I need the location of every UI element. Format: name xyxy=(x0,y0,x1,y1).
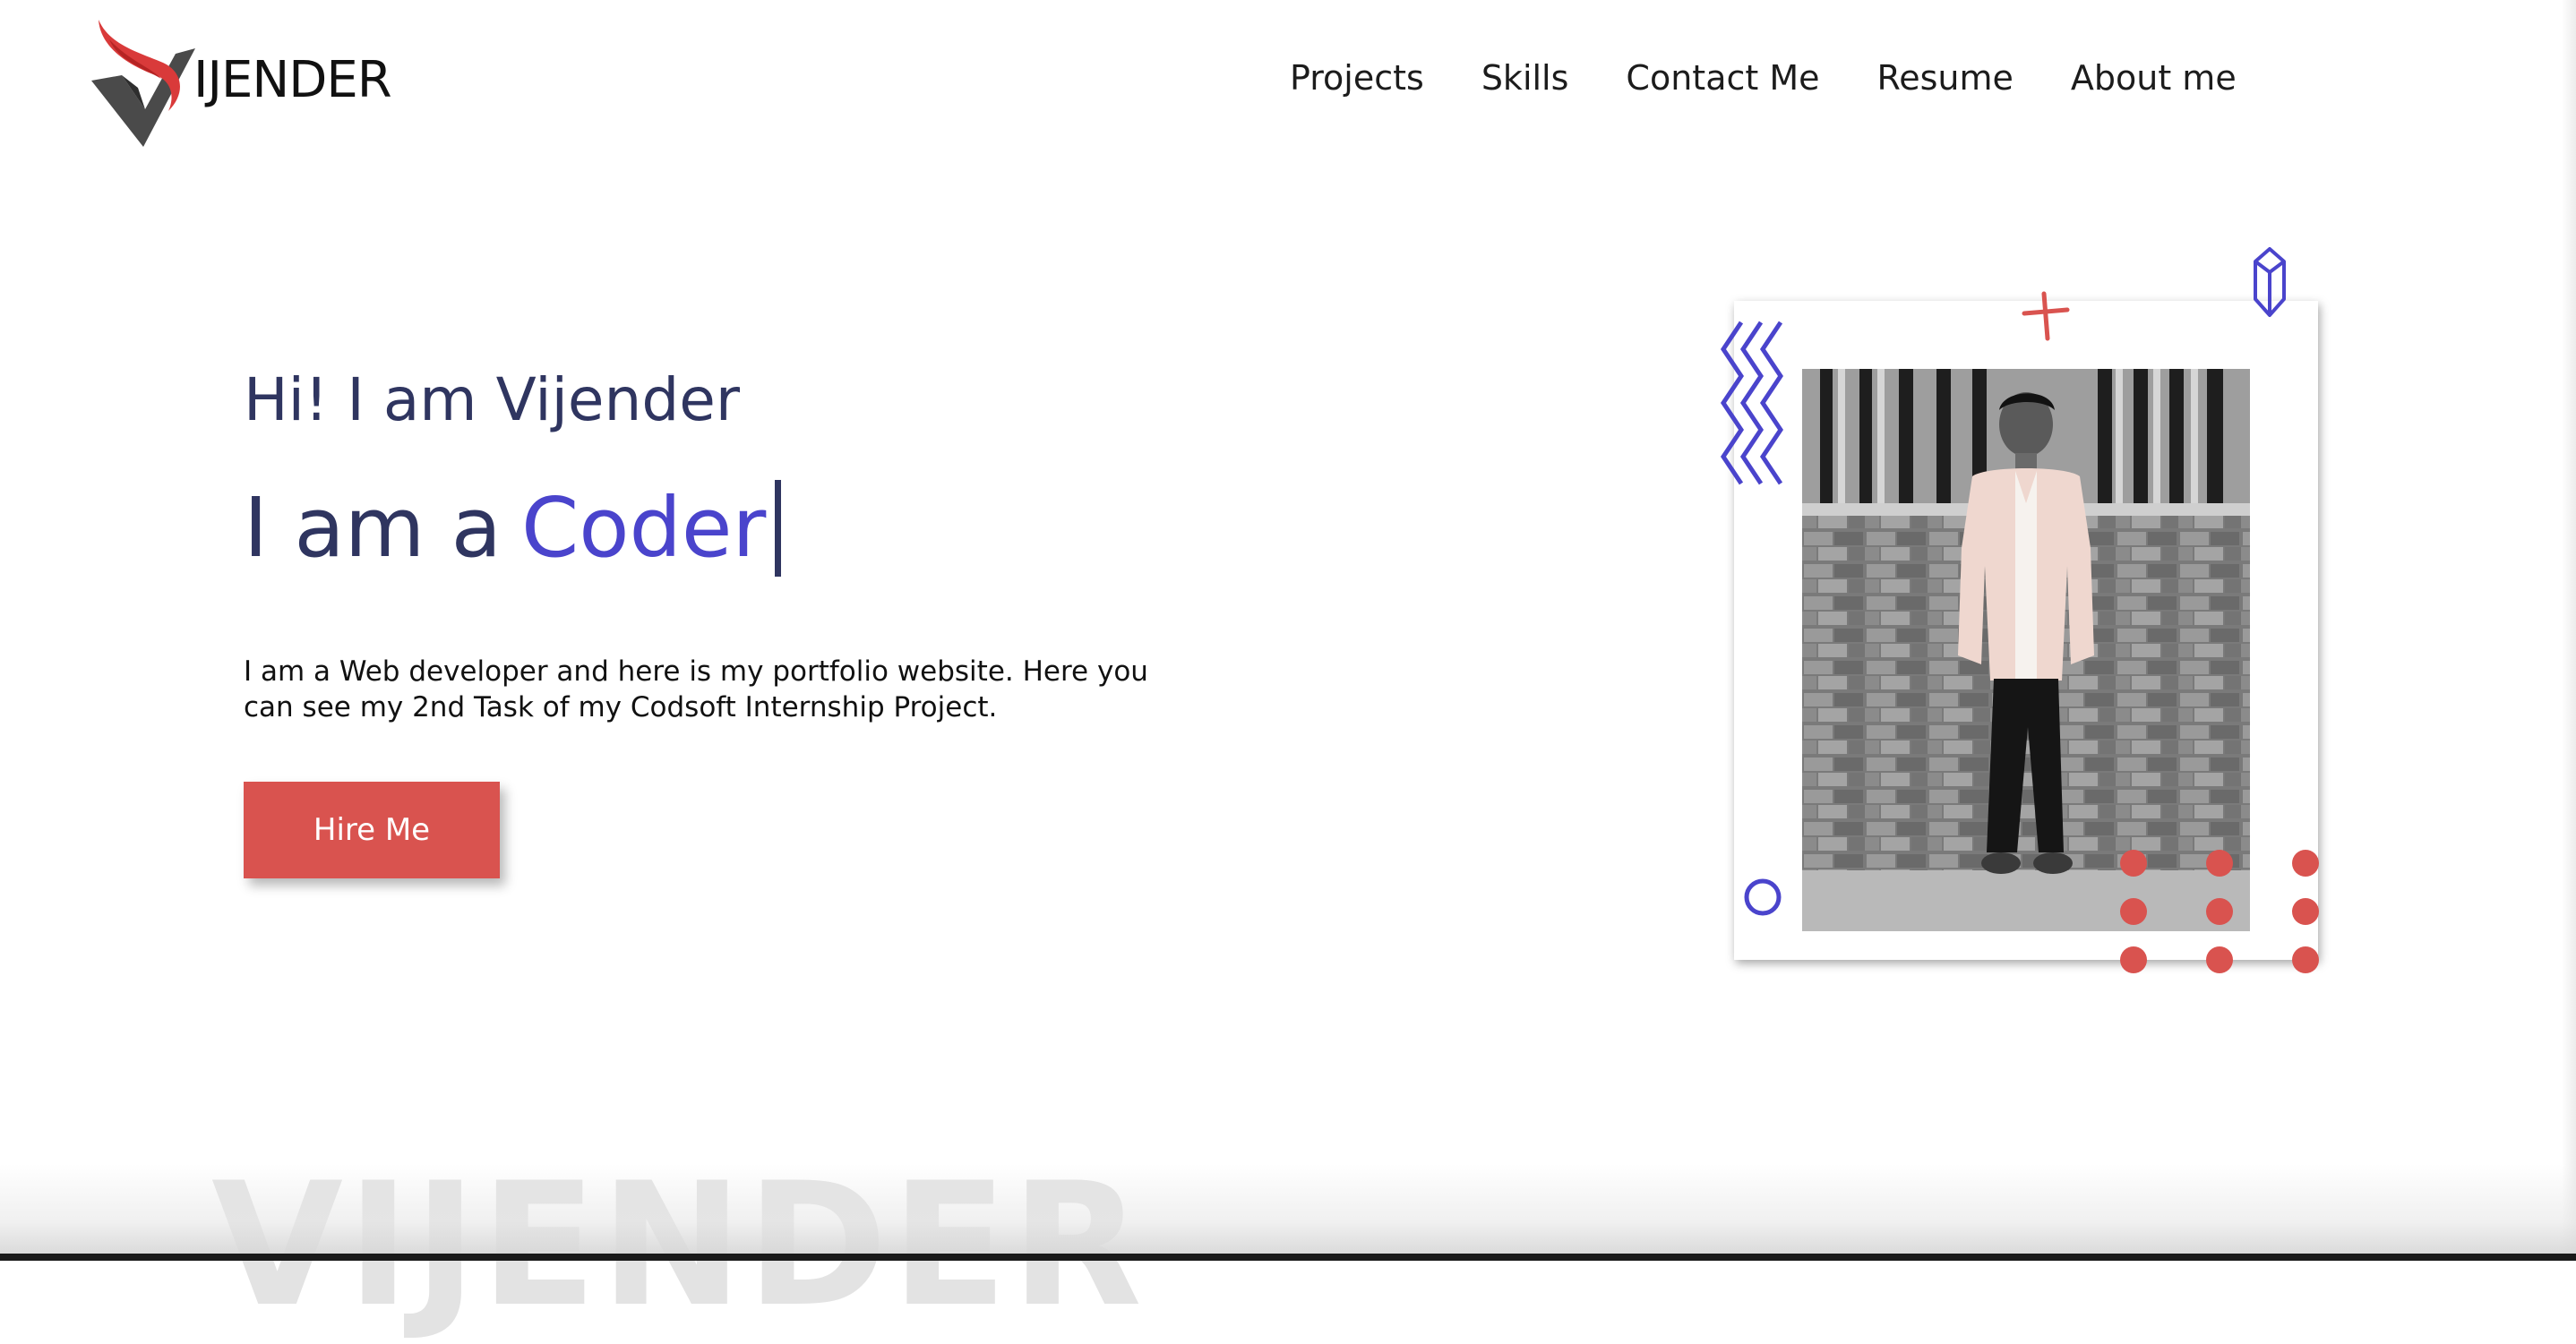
nav-skills[interactable]: Skills xyxy=(1481,56,1569,100)
nav-contact-me[interactable]: Contact Me xyxy=(1626,56,1819,100)
nav-projects[interactable]: Projects xyxy=(1290,56,1424,100)
gem-decoration-icon xyxy=(2254,247,2286,317)
hire-me-button[interactable]: Hire Me xyxy=(244,782,500,878)
typing-caret xyxy=(775,480,782,577)
window-edge xyxy=(2562,0,2576,1261)
nav-about-me[interactable]: About me xyxy=(2071,56,2237,100)
site-logo[interactable]: IJENDER xyxy=(86,13,408,156)
hero-greeting: Hi! I am Vijender xyxy=(244,365,741,434)
hero-role-line: I am a Coder xyxy=(244,480,782,577)
nav-resume[interactable]: Resume xyxy=(1877,56,2014,100)
dots-decoration-icon xyxy=(2120,850,2319,973)
ring-decoration-icon xyxy=(1744,878,1782,916)
site-header: IJENDER Projects Skills Contact Me Resum… xyxy=(0,0,2576,161)
bottom-fade xyxy=(0,1164,2576,1261)
role-prefix: I am a xyxy=(244,480,502,576)
role-word: Coder xyxy=(521,480,767,576)
logo-text: IJENDER xyxy=(193,51,392,109)
cross-decoration-icon xyxy=(2022,291,2070,341)
zigzag-decoration-icon xyxy=(1720,321,1784,485)
main-nav: Projects Skills Contact Me Resume About … xyxy=(1290,56,2237,100)
logo-v-icon xyxy=(91,20,195,147)
hero-intro-text: I am a Web developer and here is my port… xyxy=(244,655,1148,723)
bottom-border xyxy=(0,1254,2576,1261)
